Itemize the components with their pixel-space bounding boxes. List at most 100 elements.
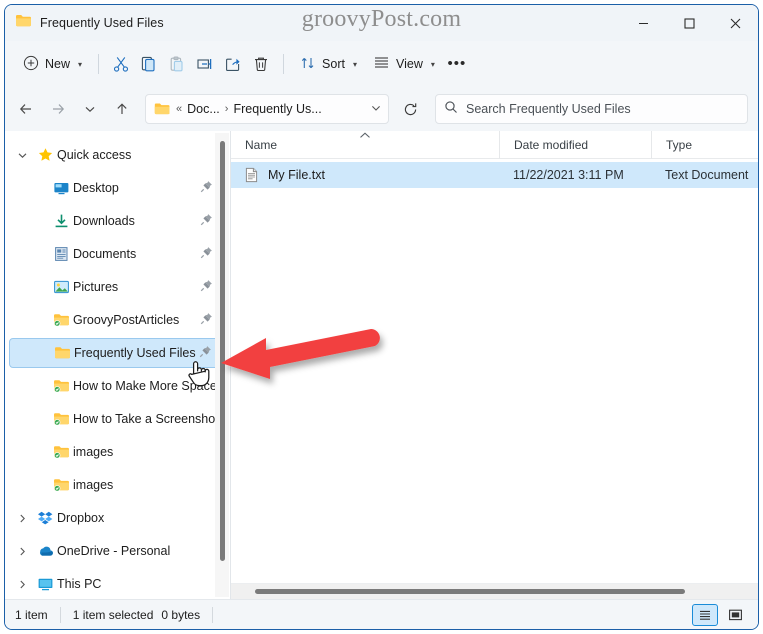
chevron-right-icon[interactable] xyxy=(17,513,28,524)
column-header-type[interactable]: Type xyxy=(651,130,758,159)
up-button[interactable] xyxy=(107,94,137,124)
star-icon-icon xyxy=(38,148,52,161)
pane-divider[interactable] xyxy=(230,131,231,599)
sort-button-label: Sort xyxy=(322,57,345,71)
chevron-right-icon[interactable] xyxy=(17,579,28,590)
column-header-date-modified[interactable]: Date modified xyxy=(499,130,651,159)
folder-sync-icon-icon xyxy=(53,446,69,459)
sidebar-scrollbar[interactable] xyxy=(215,133,229,597)
recent-locations-button[interactable] xyxy=(75,94,105,124)
expander[interactable] xyxy=(11,579,33,590)
pin-button[interactable] xyxy=(200,246,213,262)
chevron-right-icon[interactable] xyxy=(17,546,28,557)
sidebar-scrollbar-thumb[interactable] xyxy=(220,141,225,561)
pin-icon[interactable] xyxy=(200,279,213,292)
pin-icon[interactable] xyxy=(200,246,213,259)
expander[interactable] xyxy=(11,150,33,161)
pin-button[interactable] xyxy=(200,213,213,229)
text-file-icon-icon xyxy=(245,167,258,183)
documents-icon xyxy=(49,246,73,262)
breadcrumb-crumb-current[interactable]: Frequently Us... xyxy=(233,102,321,116)
pin-button[interactable] xyxy=(200,279,213,295)
large-icons-view-toggle[interactable] xyxy=(722,604,748,626)
close-button[interactable] xyxy=(712,5,758,41)
documents-icon-icon xyxy=(54,247,67,261)
sidebar-item-how-to-take-a-screenshot-on[interactable]: How to Take a Screenshot on xyxy=(9,404,219,434)
pin-icon[interactable] xyxy=(200,213,213,226)
cut-button[interactable] xyxy=(107,50,135,78)
breadcrumb[interactable]: « Doc... › Frequently Us... xyxy=(145,94,389,124)
expander[interactable] xyxy=(11,513,33,524)
chevron-down-icon: ▾ xyxy=(430,59,435,69)
dropbox-icon xyxy=(33,510,57,526)
breadcrumb-crumb-documents[interactable]: Doc... xyxy=(187,102,220,116)
table-row[interactable]: My File.txt 11/22/2021 3:11 PM Text Docume… xyxy=(231,162,758,188)
search-box[interactable]: Search Frequently Used Files xyxy=(435,94,748,124)
sort-button[interactable]: Sort ▾ xyxy=(292,48,365,80)
view-button[interactable]: View ▾ xyxy=(365,48,443,80)
column-header-name[interactable]: Name xyxy=(231,131,499,159)
sidebar-item-label: Dropbox xyxy=(57,511,105,525)
share-button[interactable] xyxy=(219,50,247,78)
sidebar-item-dropbox[interactable]: Dropbox xyxy=(9,503,219,533)
pc-icon xyxy=(33,576,57,592)
delete-button[interactable] xyxy=(247,50,275,78)
search-input[interactable]: Search Frequently Used Files xyxy=(466,102,631,116)
navigation-pane: Quick access Desktop Downloads Documents Pic… xyxy=(5,131,231,599)
column-header-type-label: Type xyxy=(666,137,693,152)
pin-button[interactable] xyxy=(200,312,213,328)
pin-icon[interactable] xyxy=(199,345,212,358)
sidebar-item-label: Frequently Used Files xyxy=(74,346,196,360)
pin-icon[interactable] xyxy=(200,180,213,193)
chevron-down-icon[interactable] xyxy=(370,102,382,116)
sidebar-item-frequently-used-files[interactable]: Frequently Used Files xyxy=(9,338,219,368)
desktop-icon-icon xyxy=(53,183,68,195)
pin-button[interactable] xyxy=(199,345,212,361)
rename-button[interactable] xyxy=(191,50,219,78)
sidebar-item-onedrive-personal[interactable]: OneDrive - Personal xyxy=(9,536,219,566)
minimize-button[interactable] xyxy=(620,5,666,41)
sidebar-item-label: How to Take a Screenshot on xyxy=(73,412,219,426)
sidebar-item-images[interactable]: images xyxy=(9,437,219,467)
details-view-toggle[interactable] xyxy=(692,603,718,626)
copy-button[interactable] xyxy=(135,50,163,78)
sidebar-item-groovypostarticles[interactable]: GroovyPostArticles xyxy=(9,305,219,335)
sidebar-item-label: Desktop xyxy=(73,181,119,195)
new-button[interactable]: New ▾ xyxy=(15,48,90,80)
sidebar-item-images[interactable]: images xyxy=(9,470,219,500)
folder-sync-icon xyxy=(49,444,73,460)
expander[interactable] xyxy=(11,546,33,557)
status-item-count: 1 item xyxy=(15,607,48,622)
pin-icon[interactable] xyxy=(200,312,213,325)
pictures-icon-icon xyxy=(53,280,69,294)
chevron-down-icon[interactable] xyxy=(17,150,28,161)
forward-button[interactable] xyxy=(43,94,73,124)
details-view-icon xyxy=(700,610,710,620)
cell-name: My File.txt xyxy=(231,167,499,183)
sidebar-item-how-to-make-more-space-av[interactable]: How to Make More Space Av xyxy=(9,371,219,401)
pin-button[interactable] xyxy=(200,180,213,196)
refresh-button[interactable] xyxy=(395,94,425,124)
breadcrumb-overflow[interactable]: « xyxy=(176,103,182,115)
ellipsis-icon: ••• xyxy=(447,55,467,72)
pc-icon-icon xyxy=(38,578,52,591)
folder-sync-icon xyxy=(49,411,73,427)
title-bar: Frequently Used Files groovyPost.com xyxy=(5,5,758,41)
sidebar-item-downloads[interactable]: Downloads xyxy=(9,206,219,236)
sidebar-item-this-pc[interactable]: This PC xyxy=(9,569,219,599)
sidebar-item-documents[interactable]: Documents xyxy=(9,239,219,269)
horizontal-scrollbar[interactable] xyxy=(231,583,758,599)
maximize-button[interactable] xyxy=(666,5,712,41)
window-title: Frequently Used Files xyxy=(40,16,164,30)
sidebar-item-desktop[interactable]: Desktop xyxy=(9,173,219,203)
sort-icon xyxy=(300,55,316,74)
onedrive-icon-icon xyxy=(39,546,53,556)
sidebar-item-label: OneDrive - Personal xyxy=(57,544,171,558)
more-options-button[interactable]: ••• xyxy=(443,50,471,78)
sidebar-item-pictures[interactable]: Pictures xyxy=(9,272,219,302)
back-button[interactable] xyxy=(11,94,41,124)
paste-button[interactable] xyxy=(163,50,191,78)
horizontal-scrollbar-thumb[interactable] xyxy=(255,589,685,594)
sidebar-item-quick-access[interactable]: Quick access xyxy=(9,140,219,170)
folder-sync-icon-icon xyxy=(53,413,69,426)
